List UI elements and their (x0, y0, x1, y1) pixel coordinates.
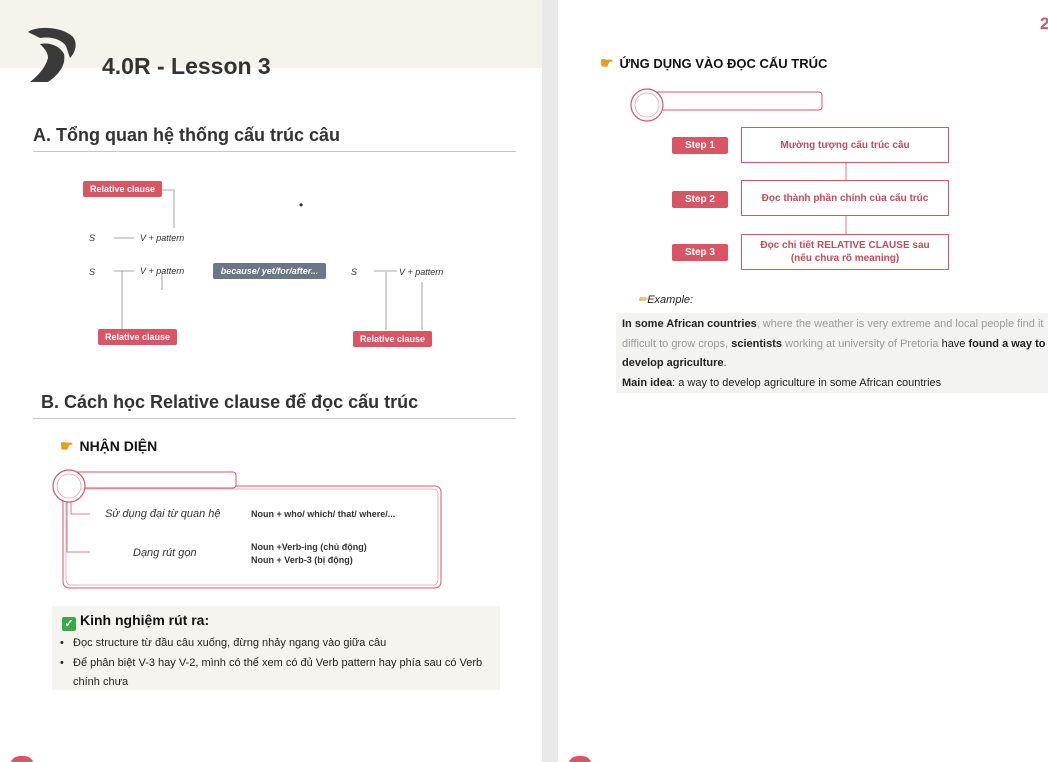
verb-pattern-label: V + pattern (140, 266, 185, 276)
verb-pattern-label: V + pattern (140, 233, 185, 243)
verb-pattern-label: V + pattern (399, 267, 444, 277)
nhan-dien-frame (52, 469, 442, 589)
step-3-box: Đọc chi tiết RELATIVE CLAUSE sau (nếu ch… (741, 234, 949, 270)
footer-logo-mark (10, 756, 34, 762)
bullet-dot: • (299, 198, 304, 212)
subject-label: S (89, 267, 96, 277)
step-2-badge: Step 2 (672, 191, 728, 208)
lessons-learned-item: • Đọc structure từ đầu câu xuống, đừng n… (60, 637, 387, 649)
step-3-badge: Step 3 (672, 244, 728, 261)
relative-clause-tag-top: Relative clause (83, 181, 162, 197)
step-1-badge: Step 1 (672, 137, 728, 154)
relative-clause-tag-bottom-right: Relative clause (353, 331, 432, 347)
reduced-form-value: Noun +Verb-ing (chủ động) Noun + Verb-3 … (251, 542, 367, 565)
lessons-learned-item-cont: chính chưa (73, 676, 129, 688)
connectors-tag: because/ yet/for/after... (213, 263, 326, 279)
left-page: 4.0R - Lesson 3 A. Tổng quan hệ thống cấ… (0, 0, 542, 762)
right-page: 2 ☛ ỨNG DỤNG VÀO ĐỌC CẤU TRÚC Step 1 Mườn… (558, 0, 1048, 762)
reduced-form-label: Dạng rút gọn (133, 547, 197, 559)
lessons-learned-box: ✓ Kinh nghiệm rút ra: • Đọc structure từ … (52, 606, 500, 690)
pencil-icon: ✏ (638, 294, 648, 306)
relative-clause-tag-bottom-left: Relative clause (98, 329, 177, 345)
step-1-box: Mường tượng cấu trúc câu (741, 127, 949, 163)
lessons-learned-item: • Để phân biệt V-3 hay V-2, mình có thể … (60, 657, 483, 669)
step-2-box: Đọc thành phần chính của cấu trúc (741, 180, 949, 216)
check-icon: ✓ (62, 617, 76, 631)
nhan-dien-heading: ☛ NHẬN DIỆN (60, 438, 158, 455)
example-box: In some African countries, where the wea… (616, 313, 1048, 393)
lessons-learned-title: ✓ Kinh nghiệm rút ra: (62, 612, 209, 631)
structure-diagram-lines (114, 189, 423, 330)
relative-pronoun-label: Sử dụng đại từ quan hệ (105, 508, 221, 520)
footer-logo-mark (568, 756, 592, 762)
subject-label: S (89, 233, 96, 243)
subject-label: S (351, 267, 358, 277)
example-label: ✏Example: (638, 294, 694, 306)
section-b-heading: B. Cách học Relative clause để đọc cấu t… (41, 392, 419, 412)
relative-pronoun-value: Noun + who/ which/ that/ where/... (251, 509, 396, 519)
pointing-hand-icon: ☛ (60, 438, 74, 455)
section-b-divider (33, 418, 516, 419)
